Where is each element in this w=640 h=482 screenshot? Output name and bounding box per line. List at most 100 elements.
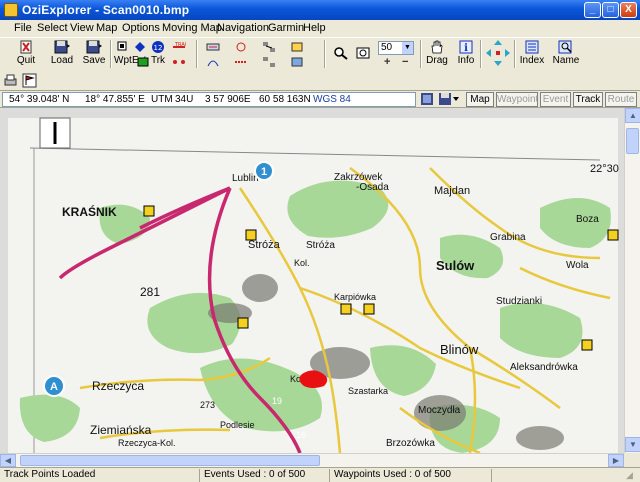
map-tool-5-icon[interactable] [262,41,276,53]
index-button[interactable]: Index [518,38,546,70]
map-tool-1-icon[interactable] [206,41,220,53]
name-search-icon [558,40,572,54]
menu-moving-map[interactable]: Moving Map [162,22,222,34]
toolbar-separator [480,40,482,68]
track-icon: 12 [152,41,164,53]
map-tool-7-icon[interactable] [290,41,304,53]
zoom-window-icon [356,47,370,59]
zoom-select[interactable]: 50 ▼ [378,41,414,55]
menu-map[interactable]: Map [96,22,117,34]
height-label: 273 [200,400,215,410]
load-icon [54,40,70,54]
town-label: Brzozówka [386,438,435,449]
drag-button[interactable]: Drag [424,38,450,70]
load-button[interactable]: Load [48,38,76,70]
name-button[interactable]: Name [552,38,580,70]
title-bar: OziExplorer - Scan0010.bmp _ □ X [0,0,640,20]
menu-options[interactable]: Options [122,22,160,34]
scroll-down-icon[interactable]: ▼ [625,437,640,452]
maximize-button[interactable]: □ [602,2,619,18]
road-number: 281 [140,285,160,299]
menu-file[interactable]: File [14,22,32,34]
waypoint-icon [117,41,127,51]
grid-label: 22°30 [590,163,619,175]
menu-select[interactable]: Select [37,22,68,34]
town-label: Rzeczyca [92,379,144,393]
menu-navigation[interactable]: Navigation [217,22,269,34]
toolbar-separator [324,40,326,68]
zoom-in-tool[interactable] [332,38,350,70]
waypoint-button[interactable]: Wpt [114,38,132,70]
save-icon [86,40,102,54]
town-label: Moczydła [418,405,461,416]
save-dropdown-icon[interactable] [438,92,460,106]
scanned-map[interactable]: Lublin KRAŚNIK Zakrzówek -Osada Majdan G… [0,108,624,453]
scroll-up-icon[interactable]: ▲ [625,108,640,123]
save-button[interactable]: Save [80,38,108,70]
close-button[interactable]: X [620,2,637,18]
horizontal-scrollbar[interactable]: ◀ ▶ [0,453,624,467]
map-tool-3-icon[interactable] [234,41,248,53]
vertical-scrollbar[interactable]: ▲ ▼ [624,108,640,453]
town-label: Grabina [490,232,526,243]
town-label: Karpiówka [334,292,376,302]
status-track-points: Track Points Loaded [2,469,200,482]
utm-easting: 3 57 906E [205,94,251,105]
event-list-button[interactable]: Event [540,92,571,107]
info-button[interactable]: i Info [454,38,478,70]
latitude: 54° 39.048' N [9,94,70,105]
gps-icon[interactable] [420,92,434,106]
scroll-left-icon[interactable]: ◀ [0,454,16,467]
route-icon[interactable] [136,56,150,68]
menu-garmin[interactable]: Garmin [268,22,304,34]
track-start-icon[interactable]: TRACK [172,41,186,53]
status-waypoints: Waypoints Used : 0 of 500 [332,469,492,482]
toolbar-separator [514,40,516,68]
print-icon[interactable] [3,73,18,88]
waypoint-list-button[interactable]: Waypoint [496,92,538,107]
map-view[interactable]: Lublin KRAŚNIK Zakrzówek -Osada Majdan G… [0,108,624,453]
svg-text:12: 12 [154,44,163,52]
waypoint-marker-1[interactable]: 1 [254,161,274,181]
menu-help[interactable]: Help [303,22,326,34]
map-tool-6-icon[interactable] [262,56,276,68]
menu-view[interactable]: View [70,22,94,34]
map-tool-4-icon[interactable] [234,56,248,68]
hand-icon [431,40,443,54]
scroll-right-icon[interactable]: ▶ [608,454,624,467]
map-flag-icon[interactable] [22,73,37,88]
track-button[interactable]: 12 Trk [150,38,166,70]
resize-grip-icon[interactable]: ◢ [626,470,633,481]
event-icon [135,42,145,52]
vertical-scroll-thumb[interactable] [626,128,639,154]
chevron-down-icon: ▼ [402,42,413,54]
zoom-window-tool[interactable] [354,38,372,70]
town-label: Wola [566,260,589,271]
town-label: Szastarka [348,386,388,396]
zoom-in-icon[interactable]: + [384,56,390,68]
town-label: KRAŚNIK [62,204,117,219]
town-label: Stróża [248,239,281,251]
marker-label: 1 [261,166,267,178]
utm-northing: 60 58 163N [259,94,311,105]
datum: WGS 84 [313,94,351,105]
map-tool-8-icon[interactable] [290,56,304,68]
secondary-toolbar [0,71,640,91]
road-number: 16 [296,430,306,440]
map-tool-2-icon[interactable] [206,56,220,68]
svg-text:i: i [464,43,468,54]
minimize-button[interactable]: _ [584,2,601,18]
town-label: Studzianki [496,296,542,307]
map-button[interactable]: Map [466,92,494,107]
waypoint-marker-a[interactable]: A [43,375,65,397]
town-label: Majdan [434,185,470,197]
magnifier-icon [334,47,348,60]
route-list-button[interactable]: Route [605,92,637,107]
quit-button[interactable]: Quit [12,38,40,70]
town-label: Sulów [436,258,475,273]
horizontal-scroll-thumb[interactable] [20,455,320,466]
zoom-out-icon[interactable]: − [402,56,408,68]
pan-arrows[interactable] [484,38,512,70]
track-end-icon[interactable] [172,56,186,68]
track-list-button[interactable]: Track [573,92,603,107]
